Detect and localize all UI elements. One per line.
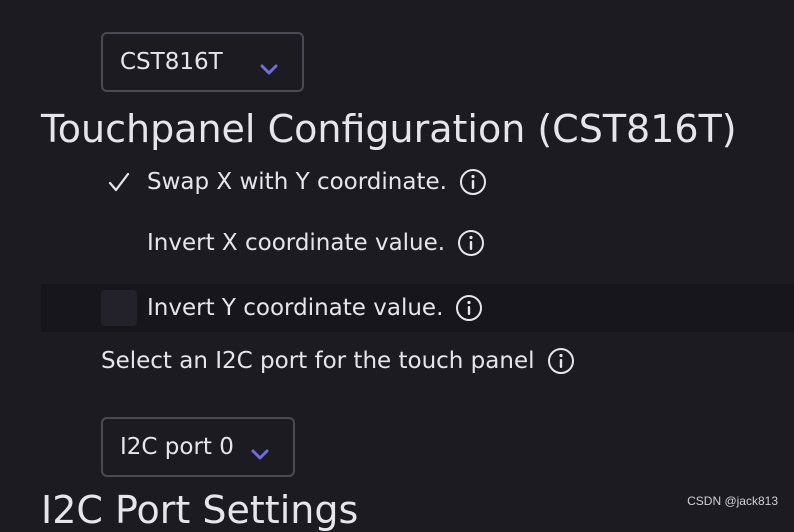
touch-controller-select-value: CST816T [120,49,223,75]
chevron-down-icon [251,441,269,460]
checkmark-icon [108,172,130,192]
i2c-port-select-value: I2C port 0 [120,434,234,460]
option-invert-x[interactable]: Invert X coordinate value. [41,219,794,267]
chevron-down-icon [260,56,278,75]
i2c-port-prompt-label: Select an I2C port for the touch panel [101,348,535,374]
info-icon[interactable] [547,347,575,375]
info-icon[interactable] [457,229,485,257]
watermark: CSDN @jack813 [687,494,778,508]
i2c-port-select[interactable]: I2C port 0 [101,417,295,477]
invert-y-label: Invert Y coordinate value. [147,295,444,321]
invert-y-checkbox[interactable] [101,290,137,326]
swap-xy-checkbox[interactable] [101,164,137,200]
i2c-port-prompt: Select an I2C port for the touch panel [101,347,575,375]
option-invert-y[interactable]: Invert Y coordinate value. [41,284,794,332]
option-swap-xy[interactable]: Swap X with Y coordinate. [41,158,794,206]
info-icon[interactable] [459,168,487,196]
invert-x-label: Invert X coordinate value. [147,230,446,256]
i2c-port-settings-heading: I2C Port Settings [41,488,359,532]
touchpanel-config-heading: Touchpanel Configuration (CST816T) [41,107,737,151]
invert-x-checkbox[interactable] [101,225,137,261]
touch-controller-select[interactable]: CST816T [101,32,304,92]
info-icon[interactable] [455,294,483,322]
swap-xy-label: Swap X with Y coordinate. [147,169,447,195]
